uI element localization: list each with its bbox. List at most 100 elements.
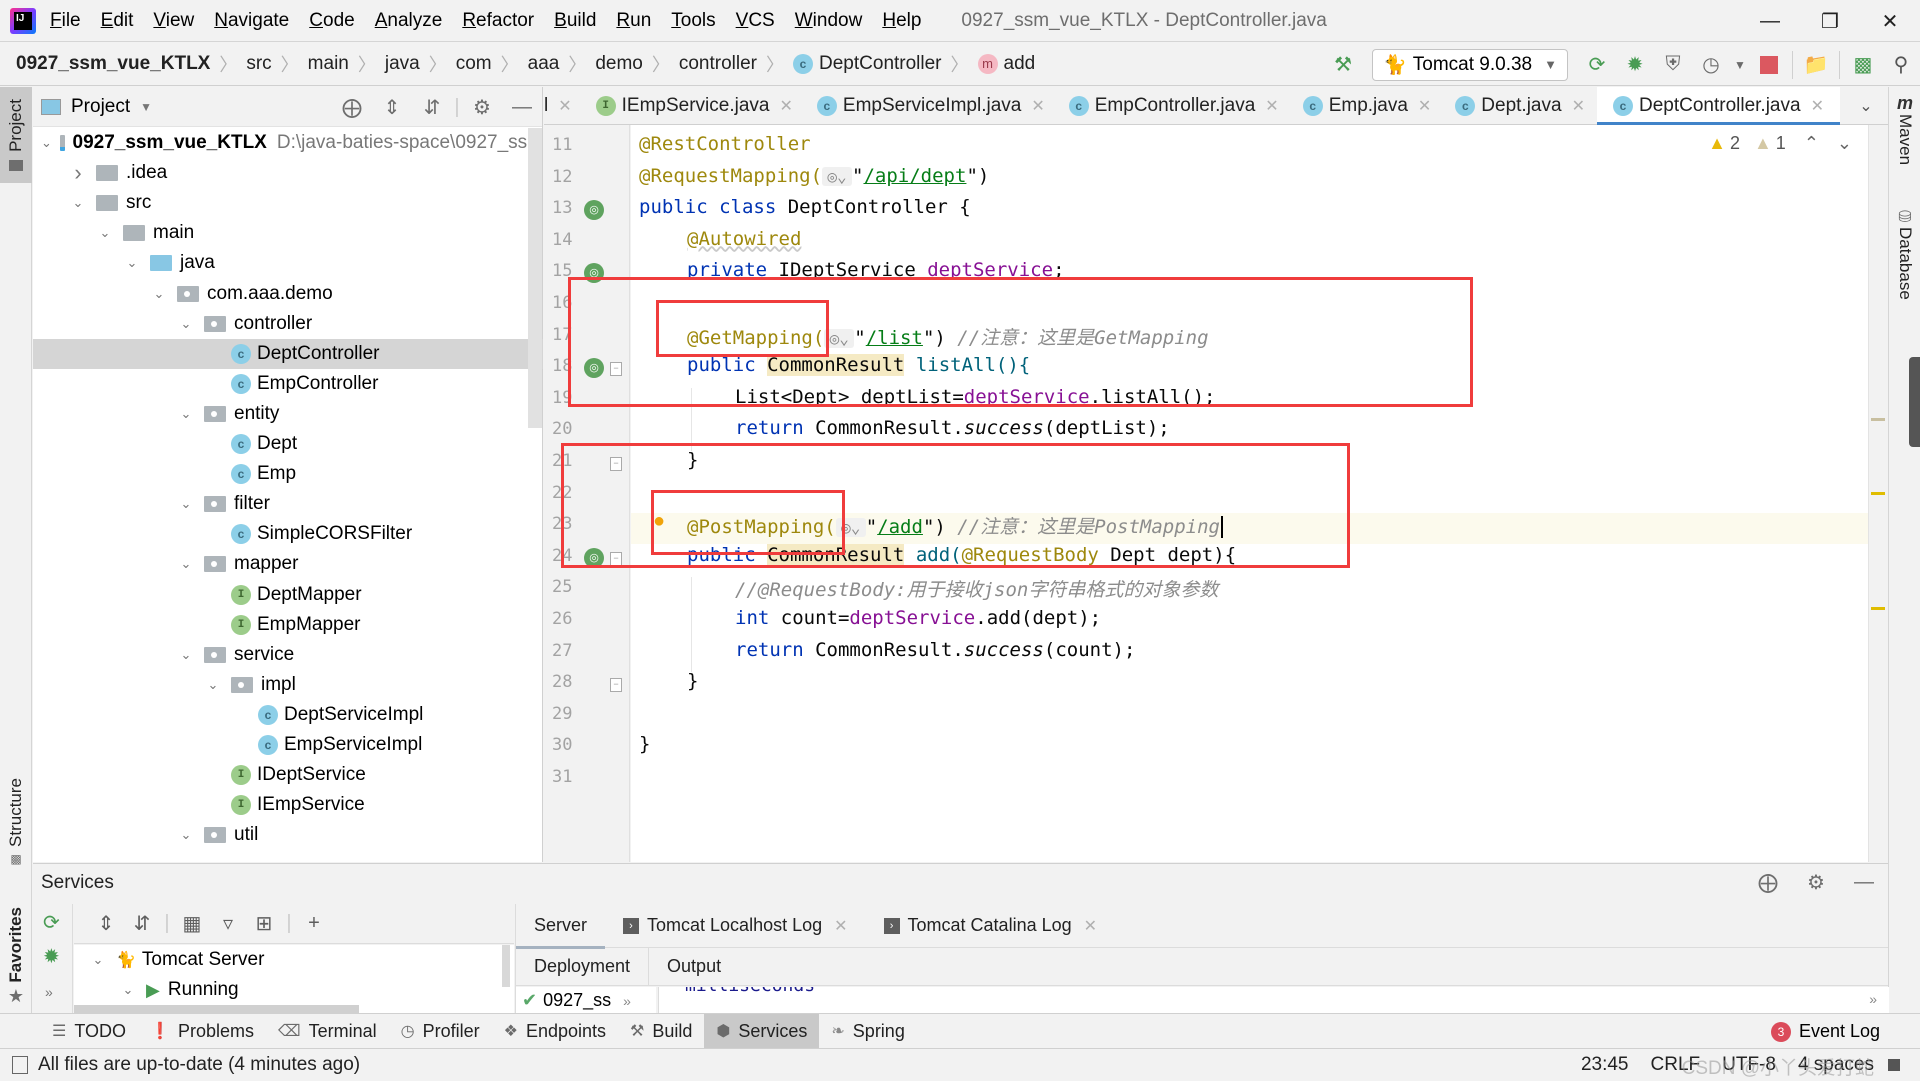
output-console[interactable]: milliseconds » — [658, 987, 1889, 1014]
tool-window-project-tab[interactable]: Project — [0, 87, 32, 183]
close-icon[interactable]: ✕ — [1265, 96, 1278, 116]
tree-item-mapper[interactable]: ⌄ mapper — [33, 549, 543, 579]
request-mapping-icon[interactable]: ◎ — [584, 547, 604, 568]
tab-iempservice[interactable]: I IEmpService.java ✕ — [584, 87, 805, 125]
close-icon[interactable]: ✕ — [1572, 96, 1585, 116]
breadcrumb-main[interactable]: main — [308, 53, 349, 75]
tree-item-empmapper[interactable]: I EmpMapper — [33, 610, 543, 640]
autowired-icon[interactable]: ◎ — [584, 263, 604, 284]
add-service-icon[interactable]: + — [296, 912, 332, 935]
tree-item-empcontroller[interactable]: c EmpController — [33, 369, 543, 399]
tree-item-emp[interactable]: c Emp — [33, 459, 543, 489]
fold-marker-icon[interactable]: − — [610, 551, 622, 566]
tree-item-0927-ssm-vue-ktlx[interactable]: ⌄ 0927_ssm_vue_KTLX D:\java-baties-space\0… — [33, 128, 543, 158]
search-icon[interactable]: ⚲ — [1882, 49, 1920, 81]
next-highlight-icon[interactable]: ⌄ — [1837, 133, 1852, 154]
globe-icon[interactable]: ◎⌄ — [835, 518, 866, 538]
close-icon[interactable]: ✕ — [1811, 96, 1824, 116]
filter-icon[interactable]: ▿ — [210, 911, 246, 936]
tree-item-src[interactable]: ⌄ src — [33, 188, 543, 218]
menu-run[interactable]: Run — [616, 10, 651, 32]
chevron-down-icon[interactable]: ⌄ — [68, 195, 88, 211]
close-icon[interactable]: ✕ — [834, 916, 847, 936]
close-window-button[interactable]: ✕ — [1860, 0, 1920, 42]
minimize-button[interactable]: — — [1740, 0, 1800, 42]
tab-tomcat-catalina-log[interactable]: › Tomcat Catalina Log ✕ — [866, 904, 1116, 948]
chevron-down-icon[interactable]: ⌄ — [203, 677, 223, 693]
gear-icon[interactable]: ⚙ — [1792, 870, 1840, 895]
tree-item-controller[interactable]: ⌄ controller — [33, 309, 543, 339]
vertical-scrollbar[interactable] — [502, 945, 510, 987]
tree-item-java[interactable]: ⌄ java — [33, 248, 543, 278]
more-icon[interactable]: » — [623, 993, 631, 1009]
tab-empserviceimpl[interactable]: c EmpServiceImpl.java ✕ — [805, 87, 1057, 125]
tree-item-iempservice[interactable]: I IEmpService — [33, 790, 543, 820]
collapse-all-icon[interactable]: ⇵ — [412, 95, 452, 120]
chevron-down-icon[interactable]: ▼ — [140, 100, 152, 114]
rerun-icon[interactable]: ⟳ — [43, 910, 60, 935]
event-log-button[interactable]: 3 Event Log — [1770, 1014, 1880, 1049]
editor-scrollbar[interactable] — [1868, 125, 1888, 862]
debug-bug-icon[interactable]: ✹ — [43, 944, 60, 969]
tab-dept[interactable]: c Dept.java ✕ — [1443, 87, 1597, 125]
project-view-selector[interactable]: Project — [71, 96, 130, 118]
close-icon[interactable]: ✕ — [558, 96, 571, 116]
breadcrumb-demo[interactable]: demo — [595, 53, 643, 75]
run-config-selector[interactable]: 🐈 Tomcat 9.0.38 ▼ — [1372, 48, 1568, 81]
breadcrumb-project[interactable]: 0927_ssm_vue_KTLX — [16, 53, 210, 75]
tree-item-deptserviceimpl[interactable]: c DeptServiceImpl — [33, 700, 543, 730]
locate-crosshair-icon[interactable]: ⨁ — [332, 95, 372, 120]
restore-button[interactable]: ❐ — [1800, 0, 1860, 42]
tree-item-deptmapper[interactable]: I DeptMapper — [33, 580, 543, 610]
more-icon[interactable]: » — [1869, 991, 1877, 1007]
more-icon[interactable]: » — [45, 984, 53, 1000]
menu-analyze[interactable]: Analyze — [375, 10, 443, 32]
menu-help[interactable]: Help — [882, 10, 921, 32]
tool-window-problems[interactable]: ❗ Problems — [138, 1014, 266, 1049]
globe-icon[interactable]: ◎⌄ — [824, 328, 855, 348]
inspection-widget[interactable]: ▲ 2 ▲ 1 ⌃ ⌄ — [1708, 133, 1852, 154]
chevron-down-icon[interactable]: ⌄ — [176, 406, 196, 422]
close-icon[interactable]: ✕ — [779, 96, 792, 116]
tool-window-spring[interactable]: ❧ Spring — [819, 1014, 916, 1049]
tree-item--idea[interactable]: › .idea — [33, 158, 543, 188]
fold-marker-icon[interactable]: − — [610, 678, 622, 693]
tree-item-util[interactable]: ⌄ util — [33, 820, 543, 850]
tree-item-com-aaa-demo[interactable]: ⌄ com.aaa.demo — [33, 279, 543, 309]
chevron-down-icon[interactable]: ⌄ — [176, 647, 196, 663]
tool-window-profiler[interactable]: ◷ Profiler — [389, 1014, 492, 1049]
tab-tomcat-localhost-log[interactable]: › Tomcat Localhost Log ✕ — [605, 904, 866, 948]
tree-item-simplecorsfilter[interactable]: c SimpleCORSFilter — [33, 519, 543, 549]
breadcrumb-deptcontroller[interactable]: c DeptController — [793, 53, 942, 75]
collapse-all-icon[interactable]: ⇵ — [124, 911, 160, 936]
services-tree-item[interactable]: ⌄ ▶ Running — [118, 975, 239, 1005]
chevron-down-icon[interactable]: ⌄ — [176, 316, 196, 332]
caret-position[interactable]: 23:45 — [1581, 1054, 1629, 1076]
chevron-right-icon[interactable]: › — [68, 160, 88, 186]
tool-window-database-tab[interactable]: ⛁ Database — [1889, 207, 1920, 306]
menu-build[interactable]: Build — [554, 10, 596, 32]
tab-partial[interactable]: l ✕ — [544, 87, 584, 125]
breadcrumb-controller[interactable]: controller — [679, 53, 757, 75]
tab-list-chevron-icon[interactable]: ⌄ — [1844, 87, 1888, 125]
subtab-deployment[interactable]: Deployment — [516, 947, 650, 986]
menu-refactor[interactable]: Refactor — [462, 10, 534, 32]
tab-empcontroller[interactable]: c EmpController.java ✕ — [1057, 87, 1291, 125]
menu-file[interactable]: File — [50, 10, 81, 32]
request-mapping-icon[interactable]: ◎ — [584, 358, 604, 379]
chevron-down-icon[interactable]: ⌄ — [95, 225, 115, 241]
expand-all-icon[interactable]: ⇕ — [372, 95, 412, 120]
menu-navigate[interactable]: Navigate — [214, 10, 289, 32]
tool-window-terminal[interactable]: ⌫ Terminal — [266, 1014, 389, 1049]
chevron-down-icon[interactable]: ⌄ — [122, 255, 142, 271]
tree-item-impl[interactable]: ⌄ impl — [33, 670, 543, 700]
menu-edit[interactable]: Edit — [101, 10, 134, 32]
menu-tools[interactable]: Tools — [671, 10, 715, 32]
breadcrumb-java[interactable]: java — [385, 53, 420, 75]
subtab-output[interactable]: Output — [649, 948, 739, 986]
toggle-tool-windows-icon[interactable] — [12, 1055, 28, 1074]
tool-window-services[interactable]: ⬢ Services — [704, 1013, 820, 1049]
spring-bean-icon[interactable]: ◎ — [584, 200, 604, 221]
tree-item-service[interactable]: ⌄ service — [33, 640, 543, 670]
tab-deptcontroller[interactable]: c DeptController.java ✕ — [1596, 86, 1840, 126]
